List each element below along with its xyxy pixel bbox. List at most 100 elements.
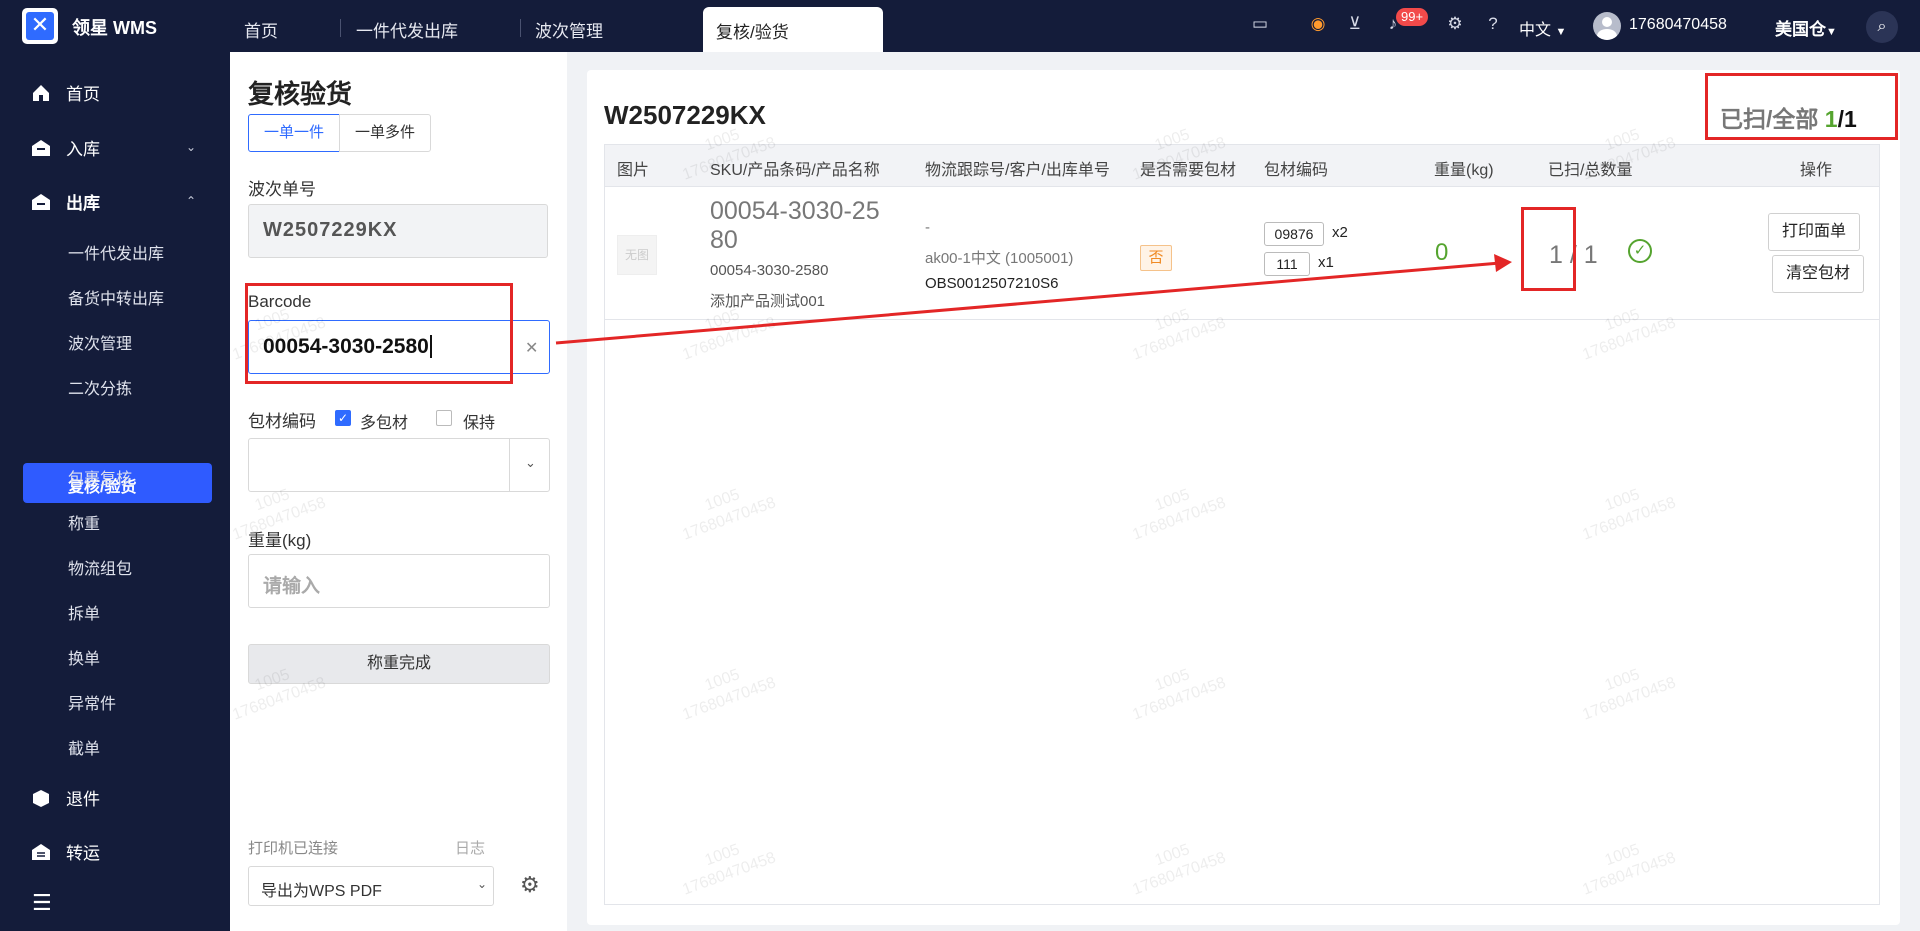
table-header: 图片 SKU/产品条码/产品名称 物流跟踪号/客户/出库单号 是否需要包材 包材… — [605, 145, 1879, 187]
clear-icon[interactable]: ✕ — [525, 338, 538, 358]
sidebar: 首页 入库 ⌄ 出库 ⌃ 一件代发出库 备货中转出库 波次管理 二次分拣 复核/… — [0, 52, 230, 931]
sidebar-item-dropship-outbound[interactable]: 一件代发出库 — [68, 240, 164, 264]
col-need-packaging: 是否需要包材 — [1140, 162, 1237, 179]
wave-number-label: 波次单号 — [248, 180, 316, 199]
printer-value: 导出为WPS PDF — [261, 883, 382, 900]
help-icon[interactable]: ? — [1481, 12, 1505, 36]
chevron-down-icon: ⌄ — [525, 455, 536, 470]
tab-divider — [340, 19, 341, 37]
review-table: 图片 SKU/产品条码/产品名称 物流跟踪号/客户/出库单号 是否需要包材 包材… — [604, 144, 1880, 905]
sidebar-item-home[interactable]: 首页 — [30, 80, 100, 105]
chevron-down-icon: ⌄ — [477, 877, 488, 891]
tab-dropship-outbound[interactable]: 一件代发出库 — [356, 17, 458, 42]
multi-packaging-checkbox[interactable]: ✓ — [335, 410, 351, 426]
customer: ak00-1中文 (1005001) — [925, 250, 1074, 267]
check-circle-icon: ✓ — [1628, 239, 1652, 263]
download-icon[interactable]: ⊻ — [1343, 12, 1367, 36]
tab-wave-management[interactable]: 波次管理 — [535, 17, 603, 42]
col-tracking: 物流跟踪号/客户/出库单号 — [925, 162, 1110, 179]
product-image-placeholder: 无图 — [617, 235, 657, 275]
sidebar-item-inbound[interactable]: 入库 — [30, 135, 100, 160]
clear-packaging-button[interactable]: 清空包材 — [1772, 255, 1864, 293]
chevron-down-icon: ▼ — [1826, 26, 1837, 38]
sku-code: 00054-3030-25 80 — [710, 197, 910, 255]
packaging-code-select[interactable]: ⌄ — [248, 438, 550, 492]
tab-home[interactable]: 首页 — [244, 17, 278, 42]
sidebar-item-split-order[interactable]: 拆单 — [68, 600, 100, 624]
annotation-box-summary — [1705, 73, 1898, 140]
tab-review-inspect-label: 复核/验货 — [716, 23, 789, 42]
sidebar-item-label: 退件 — [66, 790, 100, 809]
weight-input[interactable]: 请输入 — [248, 554, 550, 608]
col-packaging-code: 包材编码 — [1264, 162, 1329, 179]
sidebar-item-transfer[interactable]: 转运 — [30, 839, 100, 864]
multi-packaging-label: 多包材 — [360, 415, 409, 432]
packaging-code-chip: 111 — [1264, 252, 1310, 276]
sidebar-item-outbound[interactable]: 出库 — [30, 189, 100, 214]
col-image: 图片 — [617, 162, 650, 179]
sidebar-item-intercept[interactable]: 截单 — [68, 735, 100, 759]
sidebar-item-weighing[interactable]: 称重 — [68, 510, 100, 534]
select-divider — [509, 439, 510, 491]
inbound-icon — [32, 140, 50, 156]
sidebar-item-stock-transfer-outbound[interactable]: 备货中转出库 — [68, 285, 164, 309]
col-scanned-total: 已扫/总数量 — [1548, 162, 1633, 179]
mode-multi-item-button[interactable]: 一单多件 — [339, 114, 431, 152]
sidebar-item-secondary-sorting[interactable]: 二次分拣 — [68, 375, 132, 399]
avatar[interactable] — [1593, 12, 1621, 40]
sidebar-item-returns[interactable]: 退件 — [30, 785, 100, 810]
product-barcode: 00054-3030-2580 — [710, 262, 829, 279]
keep-label: 保持 — [463, 415, 496, 432]
tracking-number: - — [925, 219, 930, 236]
wave-number-field[interactable]: W2507229KX — [248, 204, 548, 258]
packaging-code-label: 包材编码 — [248, 412, 316, 431]
weigh-complete-button[interactable]: 称重完成 — [248, 644, 550, 684]
collapse-menu-icon[interactable]: ☰ — [32, 890, 52, 916]
app-logo[interactable]: ✕ — [22, 8, 58, 44]
chevron-down-icon: ▼ — [1555, 26, 1567, 38]
annotation-box-scanned — [1521, 207, 1576, 291]
mode-single-item-button[interactable]: 一单一件 — [248, 114, 340, 152]
sidebar-item-change-order[interactable]: 换单 — [68, 645, 100, 669]
sidebar-item-logistics-bundling[interactable]: 物流组包 — [68, 555, 132, 579]
tab-review-inspect[interactable]: 复核/验货 — [703, 7, 883, 52]
app-name: 领星 WMS — [72, 18, 157, 38]
printer-status: 打印机已连接 — [248, 840, 339, 857]
tab-divider — [520, 19, 521, 37]
chevron-up-icon: ⌃ — [186, 194, 197, 208]
table-row: 无图 00054-3030-25 80 00054-3030-2580 添加产品测… — [605, 187, 1879, 320]
outbound-number: OBS0012507210S6 — [925, 275, 1059, 292]
keep-checkbox[interactable] — [436, 410, 452, 426]
col-actions: 操作 — [1800, 162, 1833, 179]
home-icon — [33, 85, 49, 101]
transfer-icon — [32, 844, 50, 860]
language-switch[interactable]: 中文 ▼ — [1519, 16, 1566, 40]
sidebar-item-label: 首页 — [66, 85, 100, 104]
user-phone[interactable]: 17680470458 — [1629, 16, 1727, 34]
weight-value: 0 — [1435, 239, 1449, 266]
review-form-panel: 复核验货 一单一件 一单多件 波次单号 W2507229KX Barcode 0… — [230, 52, 567, 931]
weight-label: 重量(kg) — [248, 531, 312, 550]
chevron-down-icon: ⌄ — [186, 140, 197, 154]
search-button[interactable]: ⌕ — [1866, 11, 1898, 43]
review-result-card: W2507229KX 已扫/全部 1/1 图片 SKU/产品条码/产品名称 物流… — [587, 70, 1900, 925]
sku-line-2: 80 — [710, 226, 738, 254]
sidebar-item-package-review[interactable]: 包裹复核 — [68, 465, 132, 489]
top-bar: ✕ 领星 WMS 首页 一件代发出库 波次管理 复核/验货 ▭ ◉ ⊻ ♪ 99… — [0, 0, 1920, 52]
sidebar-item-exceptions[interactable]: 异常件 — [68, 690, 116, 714]
warehouse-switch[interactable]: 美国仓▼ — [1775, 15, 1837, 40]
wave-number-heading: W2507229KX — [604, 100, 766, 130]
inbox-icon[interactable]: ▭ — [1248, 12, 1272, 36]
notification-badge: 99+ — [1396, 8, 1429, 26]
settings-icon[interactable]: ⚙ — [1443, 12, 1467, 36]
print-label-button[interactable]: 打印面单 — [1768, 213, 1860, 251]
log-link[interactable]: 日志 — [455, 837, 485, 858]
printer-select[interactable]: 导出为WPS PDF ⌄ — [248, 866, 494, 906]
col-weight: 重量(kg) — [1434, 162, 1494, 179]
outbound-icon — [32, 194, 50, 210]
packaging-code-chip: 09876 — [1264, 222, 1324, 246]
printer-settings-icon[interactable]: ⚙ — [520, 872, 540, 898]
robot-icon[interactable]: ◉ — [1306, 12, 1330, 36]
logo-x-icon: ✕ — [26, 12, 54, 40]
sidebar-item-wave-management[interactable]: 波次管理 — [68, 330, 132, 354]
